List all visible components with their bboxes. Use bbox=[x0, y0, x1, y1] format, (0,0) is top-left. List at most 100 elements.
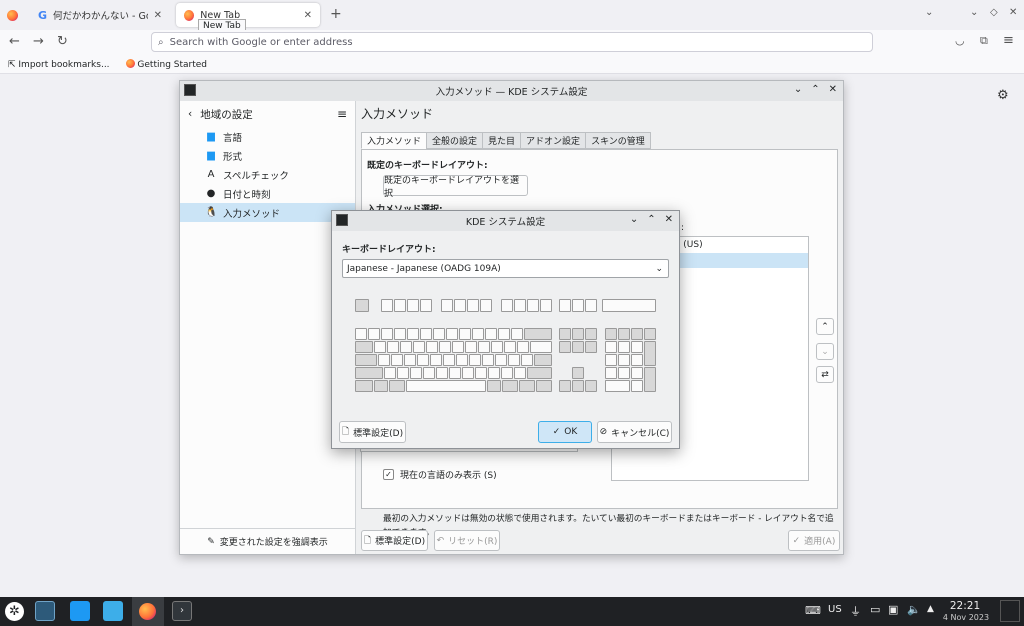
tab-skins[interactable]: スキンの管理 bbox=[585, 132, 651, 149]
only-current-lang-checkbox[interactable]: ✓ 現在の言語のみ表示 (S) bbox=[383, 468, 497, 481]
keyboard-key bbox=[605, 380, 630, 392]
reload-icon[interactable]: ↻ bbox=[57, 34, 68, 49]
keyboard-key bbox=[417, 354, 429, 366]
highlight-changed-button[interactable]: ✎ 変更された設定を強調表示 bbox=[180, 528, 355, 554]
keyboard-key bbox=[387, 341, 399, 353]
tab-addons[interactable]: アドオン設定 bbox=[520, 132, 587, 149]
keyboard-key bbox=[495, 354, 507, 366]
minimize-icon[interactable]: ⌄ bbox=[630, 214, 638, 225]
list-tabs-chevron-icon[interactable]: ⌄ bbox=[925, 7, 933, 18]
sidebar-item-formats[interactable]: ▆ 形式 bbox=[180, 146, 355, 165]
back-chevron-icon[interactable]: ‹ bbox=[188, 108, 192, 120]
page-title: 入力メソッド bbox=[361, 107, 434, 121]
battery-icon[interactable]: ▣ bbox=[888, 603, 898, 616]
firefox-icon bbox=[125, 59, 135, 68]
system-settings-icon[interactable] bbox=[35, 601, 55, 621]
minimize-icon[interactable]: ⌄ bbox=[794, 84, 802, 95]
back-icon[interactable]: ← bbox=[9, 34, 20, 49]
browser-tab[interactable]: G 何だかわかんない - Google ✕ bbox=[30, 3, 170, 27]
sidebar-item-datetime[interactable]: ● 日付と時刻 bbox=[180, 184, 355, 203]
clock-time[interactable]: 22:21 bbox=[945, 600, 985, 612]
keyboard-key bbox=[485, 328, 497, 340]
window-titlebar[interactable]: 入力メソッド — KDE システム設定 ⌄ ⌃ ✕ bbox=[180, 81, 843, 101]
clock-date[interactable]: 4 Nov 2023 bbox=[940, 613, 992, 622]
tab-general[interactable]: 全般の設定 bbox=[426, 132, 484, 149]
close-tab-icon[interactable]: ✕ bbox=[154, 10, 162, 21]
forward-icon[interactable]: → bbox=[33, 34, 44, 49]
layout-label: キーボードレイアウト: bbox=[342, 245, 436, 255]
tray-expand-icon[interactable]: ▲ bbox=[927, 604, 934, 614]
close-tab-icon[interactable]: ✕ bbox=[304, 10, 312, 21]
keyboard-key bbox=[420, 299, 432, 312]
sidebar-item-spellcheck[interactable]: A スペルチェック bbox=[180, 165, 355, 184]
peek-desktop-button[interactable] bbox=[1000, 600, 1020, 622]
app-launcher-icon[interactable]: ✲ bbox=[5, 602, 24, 621]
tab-input-method[interactable]: 入力メソッド bbox=[361, 132, 428, 149]
menu-icon[interactable]: ≡ bbox=[1003, 33, 1014, 48]
url-bar[interactable]: ⌕ Search with Google or enter address bbox=[151, 32, 873, 52]
keyboard-key bbox=[413, 341, 425, 353]
configure-button[interactable]: ⇄ bbox=[816, 366, 834, 383]
keyboard-key bbox=[585, 380, 597, 392]
restore-icon[interactable]: ◇ bbox=[990, 7, 998, 18]
display-icon[interactable]: ▭ bbox=[870, 603, 880, 616]
keyboard-key bbox=[572, 341, 584, 353]
sidebar-item-input-method[interactable]: 🐧 入力メソッド bbox=[180, 203, 355, 222]
file-manager-icon[interactable] bbox=[103, 601, 123, 621]
input-method-icon[interactable]: ⌨ bbox=[805, 604, 821, 617]
keyboard-key bbox=[472, 328, 484, 340]
apply-button[interactable]: ✓ 適用(A) bbox=[788, 530, 840, 551]
pocket-icon[interactable]: ◡ bbox=[955, 34, 965, 47]
keyboard-key bbox=[572, 328, 584, 340]
new-tab-plus-icon[interactable]: + bbox=[330, 6, 342, 22]
keyboard-key bbox=[459, 328, 471, 340]
check-icon: ✓ bbox=[792, 535, 801, 546]
keyboard-key bbox=[407, 328, 419, 340]
keyboard-key bbox=[644, 367, 656, 392]
ok-button[interactable]: ✓ OK bbox=[538, 421, 592, 443]
choose-layout-button[interactable]: 既定のキーボードレイアウトを選択 bbox=[383, 175, 528, 199]
layout-select[interactable]: Japanese - Japanese (OADG 109A) ⌄ bbox=[342, 259, 669, 278]
firefox-task[interactable] bbox=[132, 597, 164, 626]
bookmark-getting-started[interactable]: Getting Started bbox=[125, 59, 207, 70]
maximize-icon[interactable]: ⌃ bbox=[647, 214, 655, 225]
sidebar-item-label: スペルチェック bbox=[223, 170, 289, 182]
cancel-button[interactable]: ⊘ キャンセル(C) bbox=[597, 421, 672, 443]
close-icon[interactable]: ✕ bbox=[829, 84, 837, 95]
keyboard-key bbox=[467, 299, 479, 312]
minimize-icon[interactable]: ⌄ bbox=[970, 7, 978, 18]
defaults-button[interactable]: 🗋 標準設定(D) bbox=[361, 530, 428, 551]
firefox-view-icon[interactable] bbox=[7, 10, 18, 21]
hamburger-menu-icon[interactable]: ≡ bbox=[337, 107, 347, 121]
sidebar-item-language[interactable]: ▆ 言語 bbox=[180, 127, 355, 146]
keyboard-key bbox=[559, 299, 571, 312]
tab-bar: 入力メソッド 全般の設定 見た目 アドオン設定 スキンの管理 bbox=[361, 132, 651, 149]
keyboard-key bbox=[439, 341, 451, 353]
keyboard-key bbox=[618, 354, 630, 366]
move-up-button[interactable]: ⌃ bbox=[816, 318, 834, 335]
close-icon[interactable]: ✕ bbox=[665, 214, 673, 225]
bookmarks-toolbar: ⇱ Import bookmarks... Getting Started bbox=[0, 56, 1024, 74]
app-icon bbox=[184, 84, 196, 96]
extensions-icon[interactable]: ⧉ bbox=[980, 34, 988, 48]
keyboard-key bbox=[423, 367, 435, 379]
search-icon: ⌕ bbox=[158, 36, 164, 48]
dialog-defaults-button[interactable]: 🗋 標準設定(D) bbox=[339, 421, 406, 443]
keyboard-key bbox=[441, 299, 453, 312]
gear-icon[interactable]: ⚙ bbox=[997, 88, 1009, 103]
maximize-icon[interactable]: ⌃ bbox=[811, 84, 819, 95]
usb-icon[interactable]: ⏚ bbox=[850, 603, 861, 619]
move-down-button[interactable]: ⌄ bbox=[816, 343, 834, 360]
volume-icon[interactable]: 🔈 bbox=[907, 603, 921, 616]
discover-icon[interactable] bbox=[70, 601, 90, 621]
terminal-icon[interactable]: › bbox=[172, 601, 192, 621]
sidebar-header: ‹ 地域の設定 ≡ bbox=[180, 101, 355, 127]
keyboard-layout-indicator[interactable]: US bbox=[828, 604, 842, 615]
keyboard-key bbox=[631, 380, 643, 392]
reset-button[interactable]: ↶ リセット(R) bbox=[434, 530, 500, 551]
pen-icon: ✎ bbox=[207, 536, 215, 547]
close-window-icon[interactable]: ✕ bbox=[1009, 7, 1017, 18]
bookmark-import[interactable]: ⇱ Import bookmarks... bbox=[8, 60, 110, 70]
dialog-titlebar[interactable]: KDE システム設定 ⌄ ⌃ ✕ bbox=[332, 211, 679, 231]
tab-appearance[interactable]: 見た目 bbox=[482, 132, 522, 149]
